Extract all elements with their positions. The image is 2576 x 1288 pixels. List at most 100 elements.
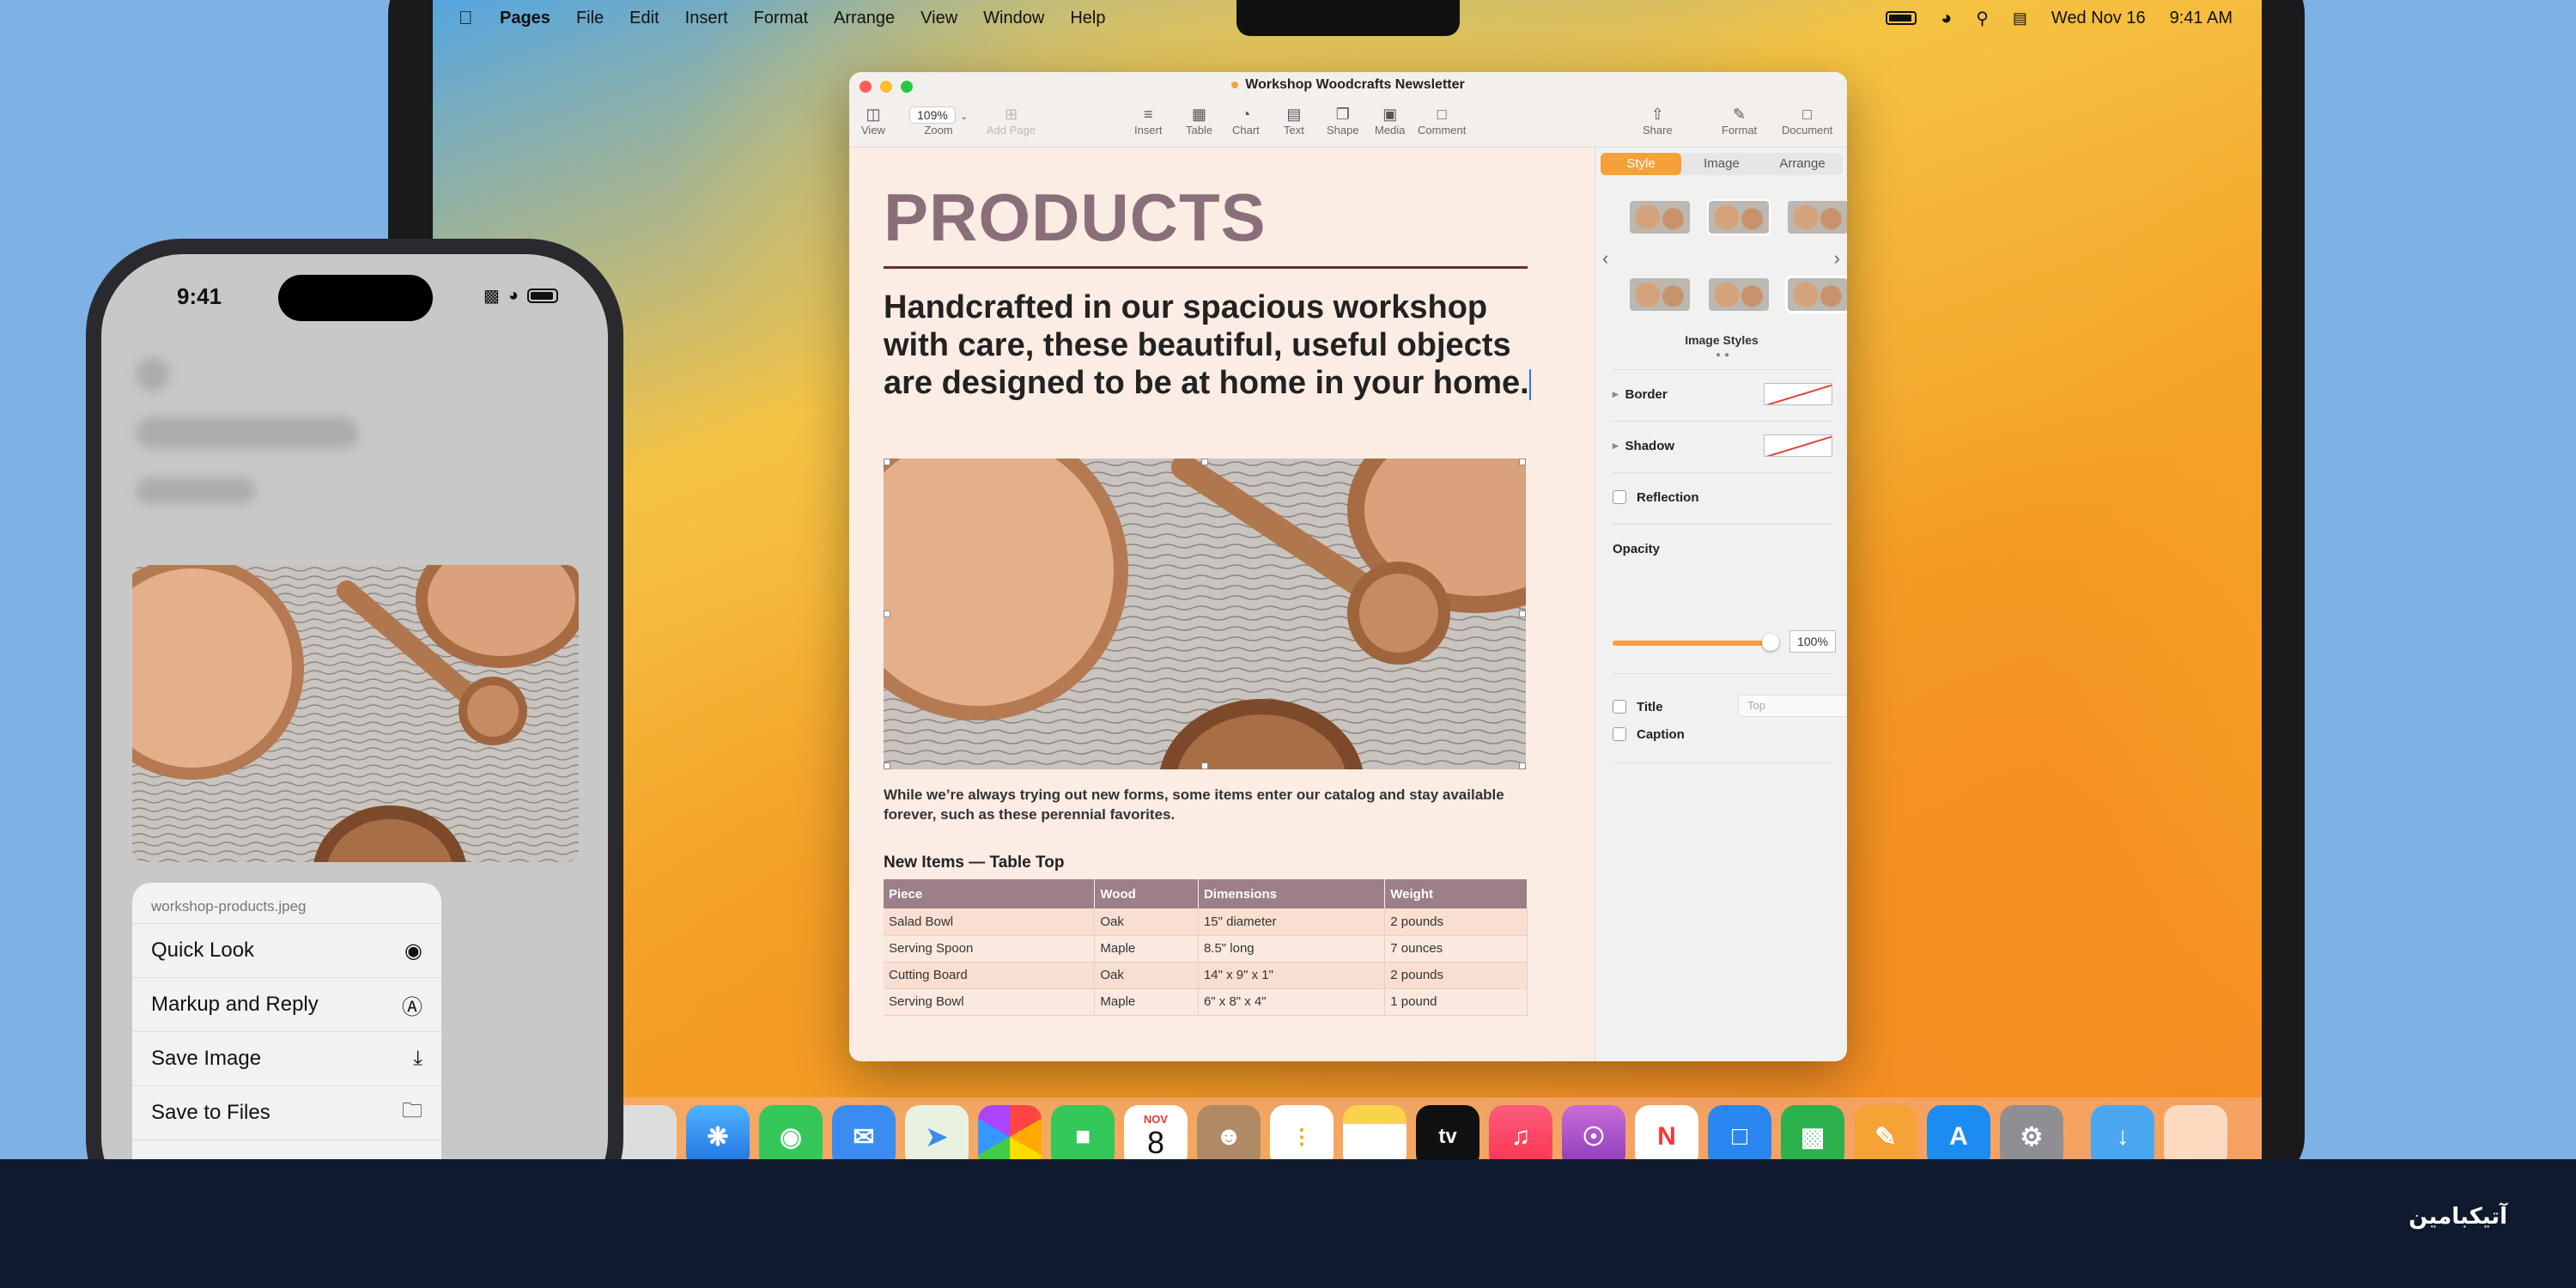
table-cell[interactable]: Oak [1094, 962, 1199, 989]
shadow-row[interactable]: ▸ Shadow [1613, 433, 1832, 459]
insert-button[interactable]: ≡ Insert [1134, 105, 1163, 137]
wifi-icon[interactable]: ◕ [1941, 7, 1952, 29]
reflection-row[interactable]: Reflection [1613, 484, 1832, 510]
image-style-thumbnail[interactable] [1630, 278, 1690, 311]
menu-app-pages[interactable]: Pages [500, 9, 550, 28]
opacity-slider[interactable] [1613, 634, 1779, 651]
lead-paragraph[interactable]: Handcrafted in our spacious workshop wit… [884, 289, 1536, 402]
control-center-icon[interactable]: ▤ [2013, 9, 2027, 27]
table-cell[interactable]: Maple [1094, 935, 1199, 963]
resize-handle[interactable] [1201, 762, 1208, 769]
resize-handle[interactable] [1519, 762, 1526, 769]
menu-format[interactable]: Format [754, 9, 808, 28]
table-cell[interactable]: Serving Bowl [884, 988, 1096, 1016]
opacity-value-field[interactable]: 100% [1789, 630, 1836, 653]
table-cell[interactable]: 1 pound [1384, 988, 1528, 1016]
chart-icon: ◔ [1241, 106, 1251, 123]
chevron-left-icon[interactable]: ‹ [1602, 247, 1608, 270]
table-row[interactable]: Serving Spoon Maple 8.5" long 7 ounces [884, 935, 1528, 963]
table-header[interactable]: Weight [1384, 879, 1528, 908]
media-button[interactable]: ▣ Media [1375, 105, 1405, 137]
image-style-thumbnail[interactable] [1630, 201, 1690, 234]
zoom-value[interactable]: 109% [909, 106, 956, 124]
document-button[interactable]: □ Document [1782, 105, 1832, 137]
resize-handle[interactable] [1519, 459, 1526, 465]
table-header[interactable]: Wood [1094, 879, 1199, 908]
comment-button[interactable]: □ Comment [1418, 105, 1466, 137]
shape-button[interactable]: ❐ Shape [1327, 105, 1359, 137]
menu-item-save-to-files[interactable]: Save to Files 🗀 [132, 1086, 441, 1140]
page-heading[interactable]: PRODUCTS [884, 179, 1267, 257]
reflection-label: Reflection [1637, 489, 1699, 505]
menubar-date[interactable]: Wed Nov 16 [2051, 9, 2146, 28]
shadow-swatch[interactable] [1764, 434, 1832, 457]
tab-arrange[interactable]: Arrange [1762, 153, 1843, 175]
share-button[interactable]: ⇧ Share [1643, 105, 1673, 137]
menu-file[interactable]: File [576, 9, 604, 28]
selected-image[interactable] [884, 459, 1526, 769]
menu-item-save-image[interactable]: Save Image ⤓ [132, 1032, 441, 1086]
table-cell[interactable]: Serving Spoon [884, 935, 1096, 963]
menu-arrange[interactable]: Arrange [834, 9, 895, 28]
image-style-thumbnail[interactable] [1785, 276, 1847, 313]
resize-handle[interactable] [884, 611, 890, 617]
image-style-thumbnail[interactable] [1707, 199, 1771, 235]
caption-row[interactable]: Caption [1613, 721, 1832, 747]
table-row[interactable]: Salad Bowl Oak 15" diameter 2 pounds [884, 908, 1528, 936]
menu-item-markup-and-reply[interactable]: Markup and Reply Ⓐ [132, 978, 441, 1032]
apple-menu-icon[interactable]:  [459, 9, 476, 27]
table-cell[interactable]: Cutting Board [884, 962, 1096, 989]
format-button[interactable]: ✎ Format [1722, 105, 1757, 137]
menu-edit[interactable]: Edit [629, 9, 659, 28]
table-cell[interactable]: 6" x 8" x 4" [1198, 988, 1386, 1016]
body-paragraph[interactable]: While we’re always trying out new forms,… [884, 785, 1536, 824]
zoom-control[interactable]: 109% ⌄ Zoom [909, 105, 968, 137]
tab-style[interactable]: Style [1601, 153, 1681, 175]
battery-icon[interactable] [1885, 11, 1917, 25]
table-cell[interactable]: Salad Bowl [884, 908, 1096, 936]
preview-image[interactable] [132, 565, 579, 862]
menubar-time[interactable]: 9:41 AM [2170, 9, 2233, 28]
border-row[interactable]: ▸ Border [1613, 381, 1832, 407]
title-position-select[interactable]: Top↕ [1738, 695, 1847, 717]
table-row[interactable]: Serving Bowl Maple 6" x 8" x 4" 1 pound [884, 988, 1528, 1016]
table-title[interactable]: New Items — Table Top [884, 854, 1064, 872]
resize-handle[interactable] [1519, 611, 1526, 617]
image-style-thumbnail[interactable] [1788, 201, 1847, 234]
resize-handle[interactable] [884, 762, 890, 769]
menu-view[interactable]: View [920, 9, 957, 28]
resize-handle[interactable] [1201, 459, 1208, 465]
title-checkbox[interactable] [1613, 700, 1626, 714]
border-swatch[interactable] [1764, 383, 1832, 405]
table-cell[interactable]: 14" x 9" x 1" [1198, 962, 1386, 989]
chart-button[interactable]: ◔ Chart [1232, 105, 1260, 137]
table-cell[interactable]: 8.5" long [1198, 935, 1386, 963]
table-cell[interactable]: 15" diameter [1198, 908, 1386, 936]
page-dots[interactable]: ●● [1716, 350, 1733, 360]
table-cell[interactable]: Oak [1094, 908, 1199, 936]
view-button[interactable]: ◫ View [861, 105, 885, 137]
menu-item-quick-look[interactable]: Quick Look ◉ [132, 924, 441, 978]
table-header[interactable]: Dimensions [1198, 879, 1386, 908]
table-cell[interactable]: Maple [1094, 988, 1199, 1016]
caption-checkbox[interactable] [1613, 727, 1626, 741]
table-cell[interactable]: 2 pounds [1384, 962, 1528, 989]
document-canvas[interactable]: PRODUCTS Handcrafted in our spacious wor… [849, 148, 1595, 1061]
reflection-checkbox[interactable] [1613, 490, 1626, 504]
resize-handle[interactable] [884, 459, 890, 465]
table-cell[interactable]: 2 pounds [1384, 908, 1528, 936]
image-style-thumbnail[interactable] [1709, 278, 1769, 311]
opacity-slider-knob[interactable] [1762, 634, 1779, 651]
menu-window[interactable]: Window [983, 9, 1044, 28]
table-button[interactable]: ▦ Table [1186, 105, 1212, 137]
add-page-button[interactable]: ⊞ Add Page [987, 105, 1036, 137]
text-button[interactable]: ▤ Text [1284, 105, 1304, 137]
menu-insert[interactable]: Insert [685, 9, 728, 28]
table-row[interactable]: Cutting Board Oak 14" x 9" x 1" 2 pounds [884, 962, 1528, 989]
products-table[interactable]: Piece Wood Dimensions Weight Salad Bowl … [884, 879, 1528, 1016]
table-cell[interactable]: 7 ounces [1384, 935, 1528, 963]
table-header[interactable]: Piece [884, 879, 1096, 908]
spotlight-search-icon[interactable]: ⚲ [1976, 8, 1989, 29]
menu-help[interactable]: Help [1070, 9, 1105, 28]
tab-image[interactable]: Image [1681, 153, 1762, 175]
